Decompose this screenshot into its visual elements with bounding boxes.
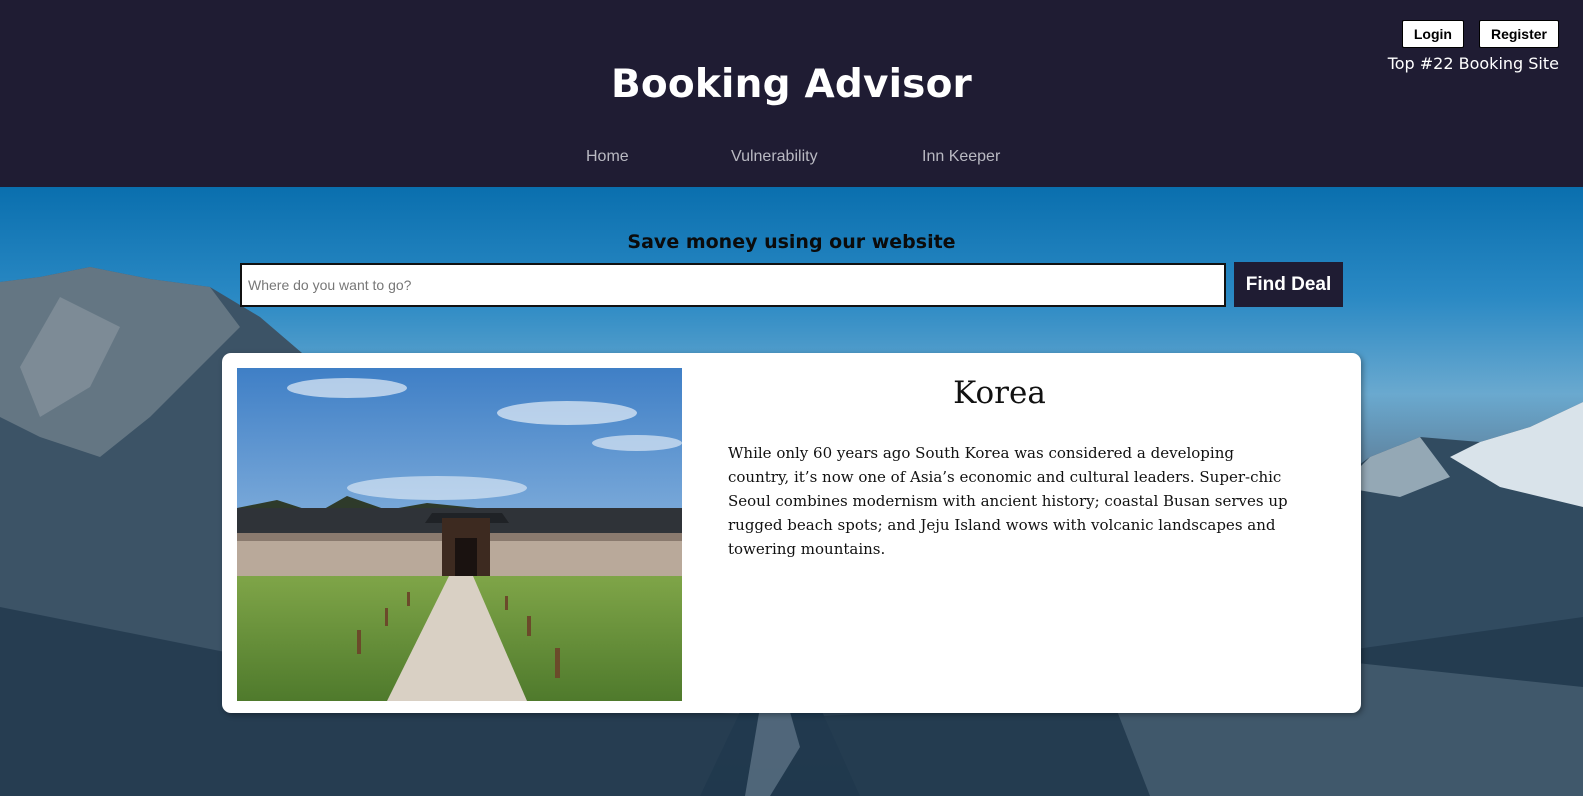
korea-palace-image [237, 368, 682, 701]
find-deal-button[interactable]: Find Deal [1234, 262, 1343, 307]
destination-title: Korea [953, 375, 1046, 411]
nav-item-inn-keeper[interactable]: Inn Keeper [922, 148, 1000, 166]
auth-buttons: Login Register [1401, 20, 1559, 48]
hero-section: Save money using our website Find Deal [0, 187, 1583, 796]
search-tagline: Save money using our website [627, 231, 956, 253]
site-title: Booking Advisor [610, 62, 972, 107]
main-nav: Home Vulnerability Inn Keeper [0, 148, 1583, 172]
site-rank-text: Top #22 Booking Site [1387, 54, 1559, 73]
destination-card: Korea While only 60 years ago South Kore… [222, 353, 1361, 713]
site-header: Booking Advisor Login Register Top #22 B… [0, 0, 1583, 187]
destination-description: While only 60 years ago South Korea was … [728, 444, 1288, 558]
destination-photo [237, 368, 682, 701]
register-button[interactable]: Register [1478, 20, 1559, 48]
destination-search-input[interactable] [240, 263, 1226, 307]
auth-area: Login Register Top #22 Booking Site [1388, 20, 1559, 73]
nav-item-vulnerability[interactable]: Vulnerability [731, 148, 818, 166]
login-button[interactable]: Login [1401, 20, 1464, 48]
nav-item-home[interactable]: Home [586, 148, 629, 166]
